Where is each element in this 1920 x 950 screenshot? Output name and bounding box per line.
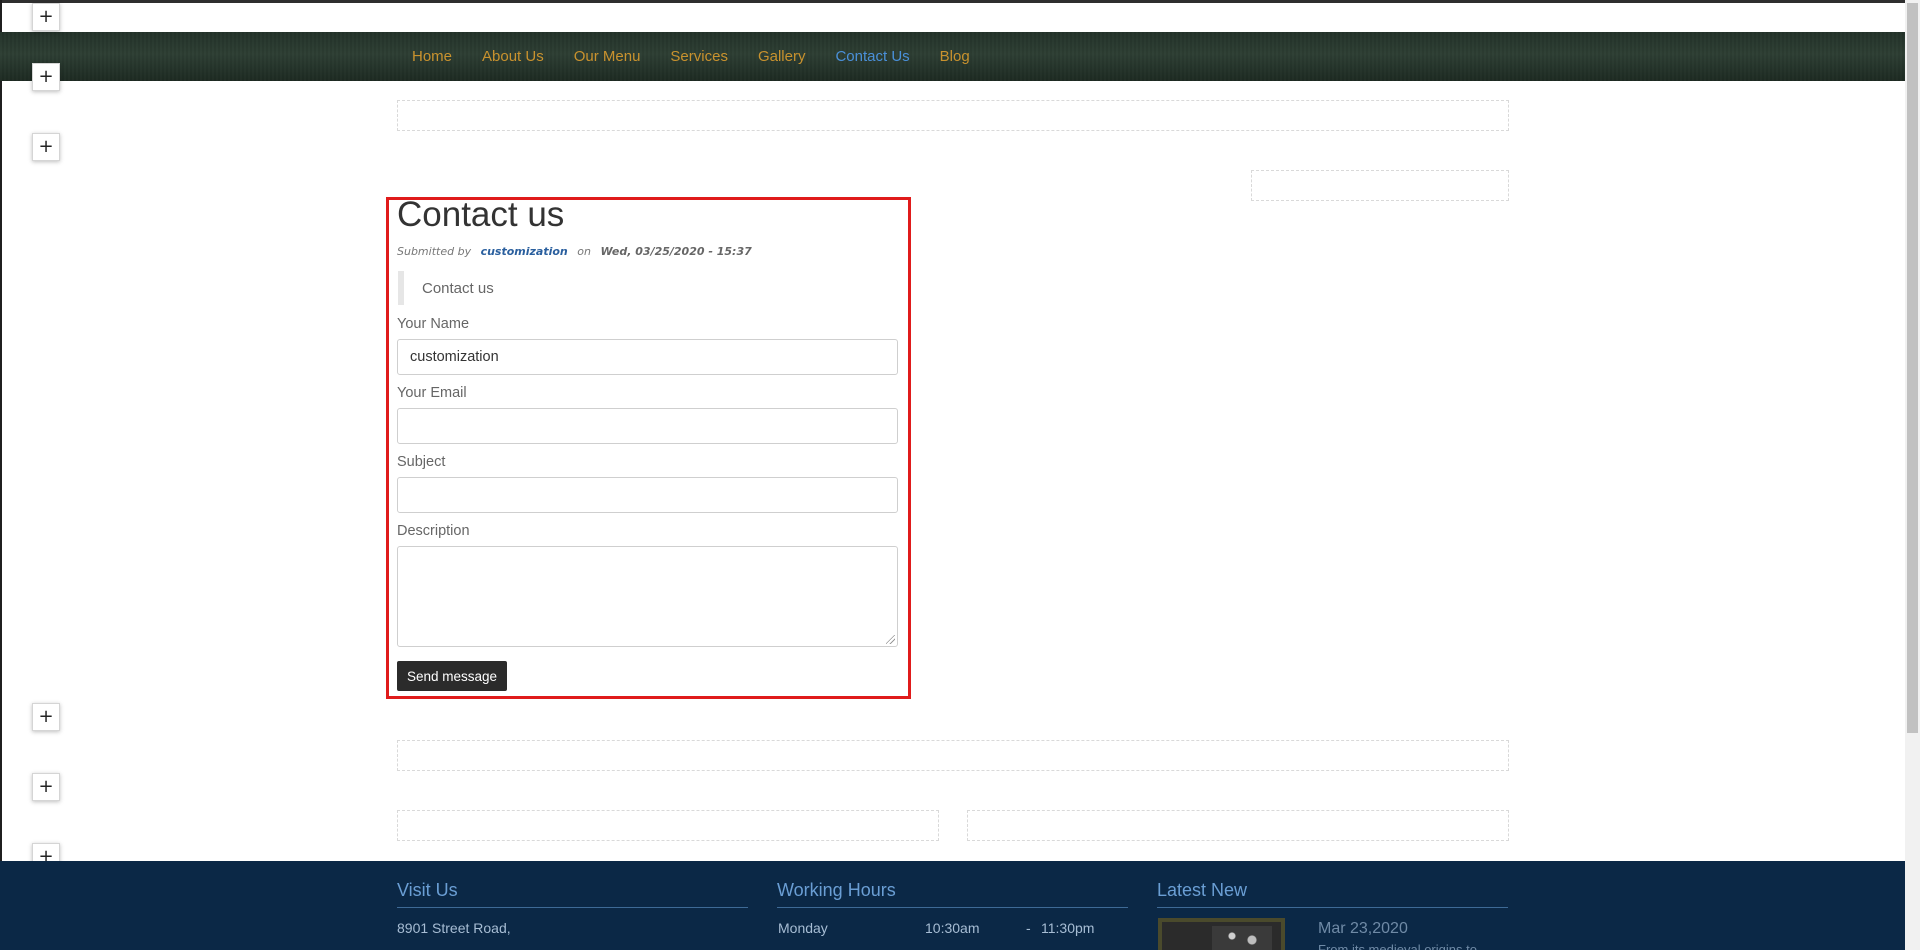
- post-date: Wed, 03/25/2020 - 15:37: [600, 245, 752, 258]
- send-message-button[interactable]: Send message: [397, 661, 507, 691]
- name-label: Your Name: [397, 316, 470, 332]
- add-section-button-4[interactable]: +: [32, 703, 60, 731]
- footer-news-rule: [1157, 907, 1508, 908]
- nav-home[interactable]: Home: [412, 48, 452, 65]
- left-edge: [0, 0, 2, 660]
- subject-field[interactable]: [397, 477, 898, 513]
- footer-hours-heading: Working Hours: [777, 880, 896, 900]
- news-date: Mar 23,2020: [1318, 920, 1408, 937]
- intro-blockquote: Contact us: [398, 271, 898, 305]
- email-field[interactable]: [397, 408, 898, 444]
- news-thumbnail[interactable]: [1158, 918, 1285, 950]
- add-section-button-1[interactable]: +: [32, 3, 60, 31]
- nav-contact-us[interactable]: Contact Us: [835, 48, 909, 65]
- hours-close: 11:30pm: [1041, 920, 1095, 936]
- footer-hours-rule: [777, 907, 1128, 908]
- footer-address: 8901 Street Road,: [397, 920, 511, 936]
- left-edge-lower: [0, 660, 2, 870]
- description-label: Description: [397, 523, 470, 539]
- name-field[interactable]: customization: [397, 339, 898, 375]
- empty-region-sidebar[interactable]: [1251, 170, 1509, 201]
- blockquote-text: Contact us: [422, 279, 494, 297]
- textarea-resize-handle[interactable]: [886, 635, 895, 644]
- hours-dash: -: [1026, 920, 1031, 936]
- subject-label: Subject: [397, 454, 446, 470]
- footer-visit-rule: [397, 907, 748, 908]
- site-footer: [0, 861, 1905, 950]
- empty-region-bottom[interactable]: [397, 740, 1509, 771]
- submitted-meta: Submitted by customization on Wed, 03/25…: [397, 245, 752, 258]
- main-navbar: Home About Us Our Menu Services Gallery …: [0, 32, 1905, 81]
- nav-services[interactable]: Services: [670, 48, 728, 65]
- empty-region-bottom-right[interactable]: [967, 810, 1509, 841]
- hours-open: 10:30am: [925, 920, 980, 936]
- on-word: on: [577, 245, 591, 258]
- page-title: Contact us: [397, 195, 565, 234]
- nav-gallery[interactable]: Gallery: [758, 48, 806, 65]
- submitted-prefix: Submitted by: [397, 245, 472, 258]
- add-section-button-3[interactable]: +: [32, 133, 60, 161]
- page-scrollbar-thumb[interactable]: [1907, 3, 1918, 733]
- empty-region-bottom-left[interactable]: [397, 810, 939, 841]
- top-border: [0, 0, 1920, 3]
- empty-region-top[interactable]: [397, 100, 1509, 131]
- add-section-button-5[interactable]: +: [32, 773, 60, 801]
- description-textarea[interactable]: [397, 546, 898, 647]
- footer-news-heading: Latest New: [1157, 880, 1248, 900]
- author-link[interactable]: customization: [481, 245, 568, 258]
- name-field-value: customization: [410, 349, 499, 365]
- news-snippet[interactable]: From its medieval origins to: [1318, 942, 1498, 950]
- nav-about-us[interactable]: About Us: [482, 48, 544, 65]
- hours-day: Monday: [778, 920, 828, 936]
- email-label: Your Email: [397, 385, 467, 401]
- footer-visit-heading: Visit Us: [397, 880, 458, 900]
- nav-blog[interactable]: Blog: [940, 48, 970, 65]
- nav-our-menu[interactable]: Our Menu: [574, 48, 641, 65]
- nav-list: Home About Us Our Menu Services Gallery …: [412, 32, 1000, 81]
- add-section-button-2[interactable]: +: [32, 63, 60, 91]
